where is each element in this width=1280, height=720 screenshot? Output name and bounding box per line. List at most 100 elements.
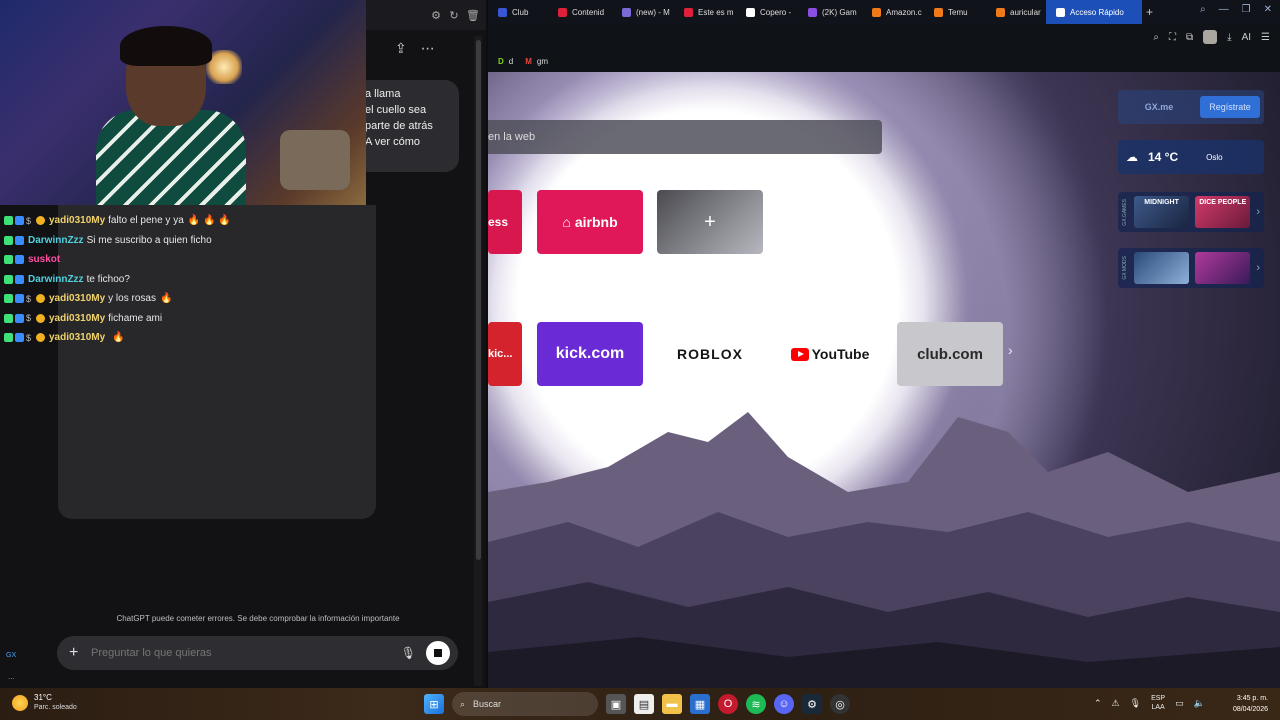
taskbar-weather[interactable]: 31°C Parc. soleado [12, 693, 77, 713]
chat-username[interactable]: yadi0310My [49, 215, 105, 226]
task-view-icon[interactable]: ▣ [606, 694, 626, 714]
network-icon[interactable]: ⚠ [1112, 698, 1120, 709]
scrollbar-thumb[interactable] [476, 40, 481, 560]
browser-tab[interactable]: Acceso Rápido [1046, 0, 1142, 24]
mod-thumbnail[interactable] [1134, 252, 1190, 284]
language-code: ESP [1151, 695, 1166, 702]
browser-tab[interactable]: auricular [986, 0, 1046, 24]
download-icon[interactable]: ⤓ [1227, 32, 1231, 43]
chevron-right-icon[interactable]: › [1008, 342, 1013, 358]
assistant-message-line: parte de atrás [365, 120, 433, 132]
opera-gx-icon[interactable]: O [718, 694, 738, 714]
speed-dial-tile-kick[interactable]: kick.com [537, 322, 643, 386]
close-icon[interactable]: ✕ [1264, 4, 1272, 15]
ai-button[interactable]: AI [1242, 32, 1251, 43]
profile-avatar[interactable] [1203, 30, 1218, 44]
chat-emotes: 🔥 [159, 293, 173, 305]
steam-icon[interactable]: ⚙ [802, 694, 822, 714]
tab-favicon-icon [996, 7, 1005, 17]
gx-games-widget: GX.GAMES MIDNIGHT DICE PEOPLE › [1118, 192, 1264, 232]
chat-emotes: 🔥 [112, 332, 125, 344]
language-indicator[interactable]: ESP LAA [1151, 694, 1165, 712]
obs-icon[interactable]: ◎ [830, 694, 850, 714]
chat-username[interactable]: suskot [28, 254, 60, 265]
speed-dial-tile-roblox[interactable]: ROBLOX [657, 322, 763, 386]
weather-widget[interactable]: ☁ 14 °C Oslo [1118, 140, 1264, 174]
stop-button[interactable] [426, 641, 450, 665]
speed-dial-tile-youtube[interactable]: YouTube [777, 322, 883, 386]
game-thumbnail[interactable]: DICE PEOPLE [1195, 196, 1251, 228]
refresh-icon[interactable]: ↻ [448, 9, 460, 22]
gx-sidebar-label[interactable]: GX [6, 652, 16, 659]
share-icon[interactable]: ⇪ [395, 40, 407, 57]
platform-badge-icon [15, 255, 24, 265]
browser-tab[interactable]: Amazon.c [862, 0, 924, 24]
extensions-icon[interactable]: ⧉ [1186, 32, 1193, 43]
register-button[interactable]: Regístrate [1200, 96, 1260, 118]
more-options-icon[interactable]: ⋯ [421, 40, 435, 57]
minimize-icon[interactable]: — [1219, 4, 1229, 15]
webcam-feed [0, 0, 366, 205]
taskbar-temperature: 31°C [34, 693, 52, 702]
browser-tab[interactable]: (new) - M [612, 0, 674, 24]
maximize-icon[interactable]: ❐ [1242, 4, 1251, 15]
volume-icon[interactable]: 🔈 [1194, 698, 1205, 709]
mountain-landscape [488, 412, 1280, 688]
chat-text: fichame ami [108, 312, 163, 324]
microphone-icon[interactable]: 🎙 [1130, 698, 1141, 709]
browser-tab[interactable]: Club [488, 0, 548, 24]
bookmark-item[interactable]: Dd [498, 57, 513, 66]
menu-icon[interactable]: ☰ [1261, 32, 1270, 43]
chevron-right-icon[interactable]: › [1256, 206, 1260, 218]
speed-dial-tile-club[interactable]: club.com [897, 322, 1003, 386]
sidebar-more-icon[interactable]: ... [8, 672, 15, 681]
live-chat-messages: $ yadi0310My falto el pene y ya 🔥 🔥 🔥 Darwin… [4, 211, 384, 348]
browser-tab[interactable]: Copero - [736, 0, 798, 24]
tile-label: airbnb [574, 214, 618, 230]
taskbar-search[interactable]: ⌕ Buscar [452, 692, 598, 716]
chevron-right-icon[interactable]: › [1256, 262, 1260, 274]
platform-badge-icon [15, 313, 24, 323]
file-explorer-icon[interactable]: ▬ [662, 694, 682, 714]
display-icon[interactable]: ▭ [1175, 698, 1184, 709]
stop-icon [434, 649, 442, 657]
chat-username[interactable]: DarwinnZzz [28, 274, 84, 285]
game-thumbnail[interactable]: MIDNIGHT [1134, 196, 1190, 228]
microphone-icon[interactable]: 🎙 [401, 646, 416, 660]
prompt-input[interactable] [91, 647, 401, 659]
mod-thumbnail[interactable] [1195, 252, 1251, 284]
taskbar-clock[interactable]: 3:45 p. m. 08/04/2026 [1233, 693, 1268, 715]
speed-dial-tile-kick-partial[interactable]: kic... [488, 322, 522, 386]
chat-username[interactable]: DarwinnZzz [28, 235, 84, 246]
chat-username[interactable]: yadi0310My [49, 293, 105, 304]
search-input[interactable]: en la web [488, 120, 882, 154]
speed-dial-tile-express[interactable]: ess [488, 190, 522, 254]
chat-username[interactable]: yadi0310My [49, 332, 105, 343]
new-tab-button[interactable]: + [1146, 5, 1153, 19]
zoom-icon[interactable]: ⌕ [1153, 32, 1159, 43]
windows-start-icon[interactable]: ⊞ [424, 694, 444, 714]
snapshot-icon[interactable]: ⛶ [1169, 32, 1176, 43]
chat-username[interactable]: yadi0310My [49, 313, 105, 324]
bookmark-item[interactable]: Mgm [525, 57, 548, 66]
assistant-message-line: a llama [365, 88, 401, 100]
file-icon[interactable]: ▤ [634, 694, 654, 714]
browser-tab[interactable]: (2K) Gam [798, 0, 862, 24]
gx-me-link[interactable]: GX.me [1122, 102, 1196, 112]
browser-tab[interactable]: Temu [924, 0, 986, 24]
spotify-icon[interactable]: ≋ [746, 694, 766, 714]
tab-label: (2K) Gam [822, 7, 857, 17]
search-tabs-icon[interactable]: ⌕ [1200, 4, 1206, 15]
tab-favicon-icon [934, 7, 943, 17]
speed-dial-add-tile[interactable]: + [657, 190, 763, 254]
browser-tab[interactable]: Este es m [674, 0, 736, 24]
kick-badge-icon [4, 255, 13, 265]
browser-tab[interactable]: Contenid [548, 0, 612, 24]
speed-dial-tile-airbnb[interactable]: ⌂ airbnb [537, 190, 643, 254]
add-attachment-icon[interactable]: + [69, 644, 91, 662]
chevron-up-icon[interactable]: ⌃ [1094, 698, 1102, 709]
store-icon[interactable]: ▦ [690, 694, 710, 714]
discord-icon[interactable]: ☺ [774, 694, 794, 714]
settings-icon[interactable]: ⚙ [430, 9, 442, 22]
delete-icon[interactable]: 🗑 [466, 9, 480, 22]
